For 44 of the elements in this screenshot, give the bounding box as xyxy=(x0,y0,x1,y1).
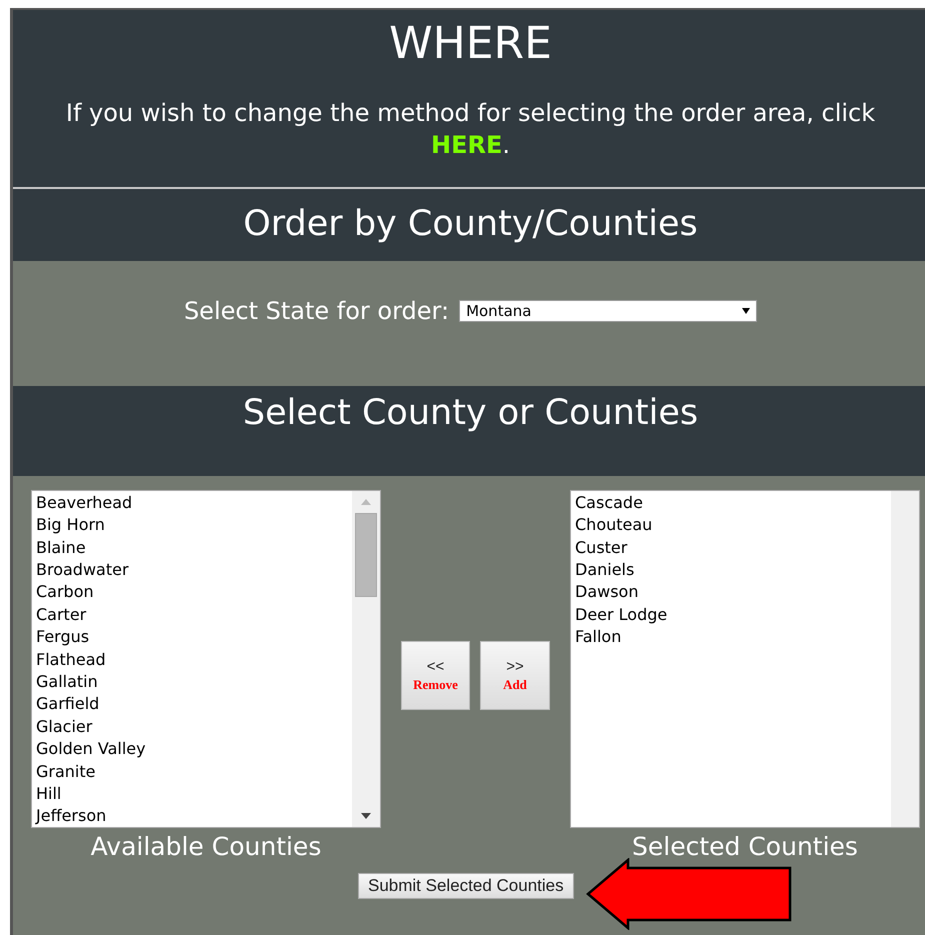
list-item[interactable]: Garfield xyxy=(36,693,348,716)
list-item[interactable]: Carbon xyxy=(36,581,348,604)
list-item[interactable]: Glacier xyxy=(36,716,348,738)
state-select[interactable]: Montana xyxy=(459,300,758,322)
scroll-up-icon[interactable] xyxy=(361,498,371,505)
list-item[interactable]: Hill xyxy=(36,783,348,806)
list-item[interactable]: Deer Lodge xyxy=(575,604,887,626)
list-item[interactable]: Fergus xyxy=(36,626,348,649)
list-label: Available Counties xyxy=(90,832,322,861)
list-item[interactable]: Daniels xyxy=(575,559,887,582)
section-title: Select County or Counties xyxy=(242,392,700,434)
page-title: WHERE xyxy=(388,18,553,71)
dropdown-icon xyxy=(742,308,750,314)
submit-button[interactable]: Submit Selected Counties xyxy=(358,872,574,899)
list-item[interactable]: Blaine xyxy=(36,536,348,560)
scrollbar[interactable] xyxy=(891,490,919,827)
state-label: Select State for order: xyxy=(184,296,450,325)
add-button[interactable]: >> Add xyxy=(480,640,550,710)
list-item[interactable]: Jefferson xyxy=(36,805,348,828)
list-item[interactable]: Broadwater xyxy=(36,559,348,582)
list-item[interactable]: Custer xyxy=(575,536,887,560)
list-item[interactable]: Flathead xyxy=(36,648,348,672)
selected-list[interactable]: Cascade Chouteau Custer Daniels Dawson Deer Lodge Fallon xyxy=(570,490,920,828)
list-item[interactable]: Golden Valley xyxy=(36,738,348,761)
instruction-text: . xyxy=(502,130,510,159)
section-title: Order by County/Counties xyxy=(242,202,699,245)
list-item[interactable]: Beaverhead xyxy=(36,492,348,514)
available-list[interactable]: Beaverhead Big Horn Blaine Broadwater Carbon Carter Fergus Flathead Gallatin Garfield Glacier Golden Valley Granite Hill Jefferson xyxy=(31,490,381,828)
list-item[interactable]: Gallatin xyxy=(36,671,348,694)
scroll-down-icon[interactable] xyxy=(361,812,371,819)
scrollbar-thumb[interactable] xyxy=(355,512,377,597)
arrow-icon xyxy=(586,858,792,930)
list-item[interactable]: Granite xyxy=(36,760,348,784)
list-item[interactable]: Big Horn xyxy=(36,514,348,537)
list-item[interactable]: Dawson xyxy=(575,581,887,604)
list-label: Selected Counties xyxy=(632,832,858,861)
instruction-text: If you wish to change the method for selecting the order area, click xyxy=(66,98,876,127)
list-item[interactable]: Carter xyxy=(36,604,348,626)
scrollbar[interactable] xyxy=(352,490,380,827)
remove-button[interactable]: << Remove xyxy=(401,640,470,710)
list-item[interactable]: Cascade xyxy=(575,492,887,514)
list-item[interactable]: Chouteau xyxy=(575,514,887,537)
list-item[interactable]: Fallon xyxy=(575,626,887,649)
here-link[interactable]: HERE xyxy=(431,130,502,159)
